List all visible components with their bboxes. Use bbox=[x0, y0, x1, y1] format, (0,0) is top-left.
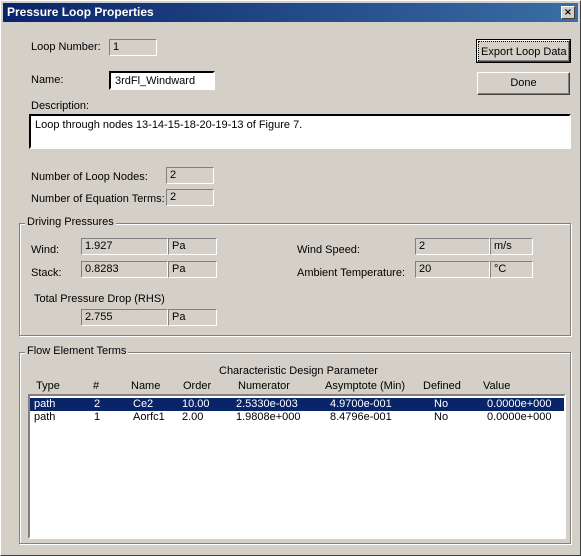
ambient-temperature-label: Ambient Temperature: bbox=[297, 267, 406, 279]
stack-unit-field: Pa bbox=[168, 261, 217, 278]
table-row[interactable]: path 2 Ce2 10.00 2.5330e-003 4.9700e-001… bbox=[30, 398, 564, 411]
equation-terms-label: Number of Equation Terms: bbox=[31, 193, 165, 205]
driving-pressures-title: Driving Pressures bbox=[25, 216, 116, 228]
ambient-temperature-value-field: 20 bbox=[415, 261, 490, 278]
flow-element-list[interactable]: path 2 Ce2 10.00 2.5330e-003 4.9700e-001… bbox=[28, 394, 566, 539]
total-pressure-drop-value-field: 2.755 bbox=[81, 309, 168, 326]
column-header-order[interactable]: Order bbox=[183, 380, 211, 392]
cell-defined: No bbox=[434, 411, 449, 423]
stack-label: Stack: bbox=[31, 267, 62, 279]
loop-number-field: 1 bbox=[109, 39, 157, 56]
equation-terms-field: 2 bbox=[166, 189, 214, 206]
loop-number-label: Loop Number: bbox=[31, 41, 101, 53]
title-bar: Pressure Loop Properties × bbox=[3, 3, 578, 22]
cell-type: path bbox=[34, 411, 56, 423]
wind-unit-field: Pa bbox=[168, 238, 217, 255]
cell-value: 0.0000e+000 bbox=[487, 398, 552, 410]
column-header-name[interactable]: Name bbox=[131, 380, 160, 392]
wind-speed-unit-field: m/s bbox=[490, 238, 533, 255]
cell-defined: No bbox=[434, 398, 449, 410]
total-pressure-drop-label: Total Pressure Drop (RHS) bbox=[34, 293, 165, 305]
name-label: Name: bbox=[31, 74, 64, 86]
dialog-window: Pressure Loop Properties × Loop Number: … bbox=[0, 0, 581, 556]
stack-value-field: 0.8283 bbox=[81, 261, 168, 278]
name-input[interactable]: 3rdFl_Windward bbox=[109, 71, 215, 90]
characteristic-design-parameter-header: Characteristic Design Parameter bbox=[219, 365, 378, 377]
wind-speed-label: Wind Speed: bbox=[297, 244, 360, 256]
column-header-numerator[interactable]: Numerator bbox=[238, 380, 290, 392]
cell-number: 1 bbox=[94, 411, 101, 423]
column-header-defined[interactable]: Defined bbox=[423, 380, 461, 392]
wind-label: Wind: bbox=[31, 244, 60, 256]
column-header-number[interactable]: # bbox=[93, 380, 99, 392]
window-title: Pressure Loop Properties bbox=[7, 5, 154, 19]
loop-nodes-field: 2 bbox=[166, 167, 214, 184]
export-loop-data-button[interactable]: Export Loop Data bbox=[476, 39, 571, 63]
description-label: Description: bbox=[31, 100, 90, 112]
flow-element-terms-title: Flow Element Terms bbox=[25, 345, 129, 357]
wind-speed-value-field: 2 bbox=[415, 238, 490, 255]
cell-numerator: 2.5330e-003 bbox=[236, 398, 298, 410]
cell-order: 10.00 bbox=[182, 398, 210, 410]
description-input[interactable]: Loop through nodes 13-14-15-18-20-19-13 … bbox=[29, 114, 571, 149]
column-header-asymptote[interactable]: Asymptote (Min) bbox=[325, 380, 405, 392]
cell-asymptote: 4.9700e-001 bbox=[330, 398, 392, 410]
column-header-type[interactable]: Type bbox=[36, 380, 60, 392]
total-pressure-drop-unit-field: Pa bbox=[168, 309, 217, 326]
done-button[interactable]: Done bbox=[477, 72, 570, 95]
close-icon[interactable]: × bbox=[561, 6, 575, 19]
cell-name: Aorfc1 bbox=[133, 411, 165, 423]
cell-asymptote: 8.4796e-001 bbox=[330, 411, 392, 423]
column-header-value[interactable]: Value bbox=[483, 380, 510, 392]
ambient-temperature-unit-field: °C bbox=[490, 261, 533, 278]
wind-value-field: 1.927 bbox=[81, 238, 168, 255]
cell-number: 2 bbox=[94, 398, 101, 410]
cell-name: Ce2 bbox=[133, 398, 154, 410]
export-loop-data-label: Export Loop Data bbox=[478, 41, 570, 63]
cell-type: path bbox=[34, 398, 56, 410]
cell-value: 0.0000e+000 bbox=[487, 411, 552, 423]
cell-numerator: 1.9808e+000 bbox=[236, 411, 301, 423]
loop-nodes-label: Number of Loop Nodes: bbox=[31, 171, 148, 183]
cell-order: 2.00 bbox=[182, 411, 204, 423]
table-row[interactable]: path 1 Aorfc1 2.00 1.9808e+000 8.4796e-0… bbox=[30, 411, 564, 424]
